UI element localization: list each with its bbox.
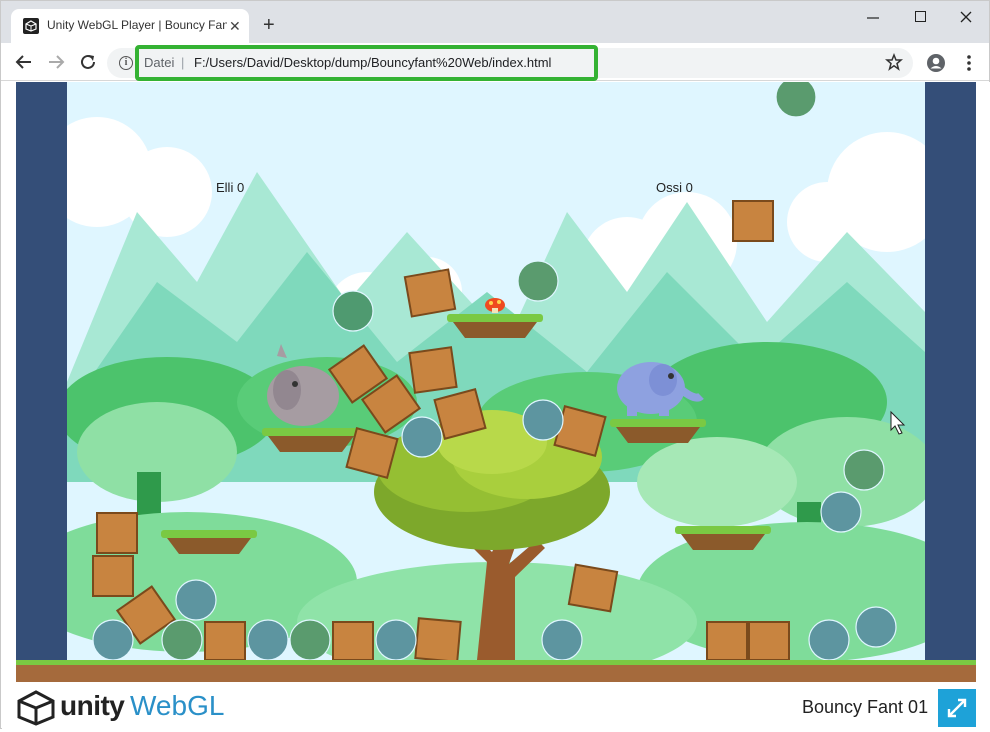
back-arrow-icon[interactable] [13, 51, 35, 73]
tab-title: Unity WebGL Player | Bouncy Fant [47, 18, 227, 32]
tab-close-icon[interactable]: ✕ [229, 18, 241, 34]
page-content: Elli 0 Ossi 0 unity WebGL Bouncy Fant 01 [2, 82, 990, 729]
url-separator: | [181, 55, 185, 70]
close-window-icon[interactable] [951, 9, 981, 27]
unity-wordmark: unity [60, 690, 125, 721]
menu-dots-icon[interactable] [959, 53, 979, 73]
ground-strip [16, 660, 976, 682]
player2-score: Ossi 0 [656, 180, 693, 195]
browser-window: Unity WebGL Player | Bouncy Fant ✕ + i D… [0, 0, 990, 729]
account-icon[interactable] [926, 53, 946, 73]
reload-icon[interactable] [77, 51, 99, 73]
browser-tab[interactable]: Unity WebGL Player | Bouncy Fant ✕ [11, 9, 249, 43]
bookmark-star-icon[interactable] [885, 52, 903, 71]
game-canvas[interactable]: Elli 0 Ossi 0 [67, 82, 925, 660]
fullscreen-icon [947, 698, 967, 718]
new-tab-icon[interactable]: + [263, 15, 275, 35]
url-scheme-label: Datei [144, 55, 175, 70]
player1-score: Elli 0 [216, 180, 245, 195]
fullscreen-button[interactable] [938, 689, 976, 727]
unity-logo-icon [16, 690, 56, 726]
game-scene [67, 82, 925, 660]
unity-player-frame: Elli 0 Ossi 0 [16, 82, 976, 682]
info-icon[interactable]: i [119, 56, 133, 70]
browser-toolbar: i Datei | F:/Users/David/Desktop/dump/Bo… [1, 43, 989, 81]
minimize-icon[interactable] [858, 9, 888, 27]
forward-arrow-icon[interactable] [45, 51, 67, 73]
unity-favicon-icon [23, 18, 39, 34]
unity-footer: unity WebGL Bouncy Fant 01 [16, 684, 976, 728]
address-bar[interactable]: i Datei | F:/Users/David/Desktop/dump/Bo… [107, 45, 913, 81]
webgl-wordmark: WebGL [130, 690, 225, 721]
game-title: Bouncy Fant 01 [802, 697, 929, 717]
tab-strip: Unity WebGL Player | Bouncy Fant ✕ + [1, 1, 989, 43]
maximize-icon[interactable] [905, 9, 935, 27]
url-text[interactable]: F:/Users/David/Desktop/dump/Bouncyfant%2… [194, 55, 551, 70]
